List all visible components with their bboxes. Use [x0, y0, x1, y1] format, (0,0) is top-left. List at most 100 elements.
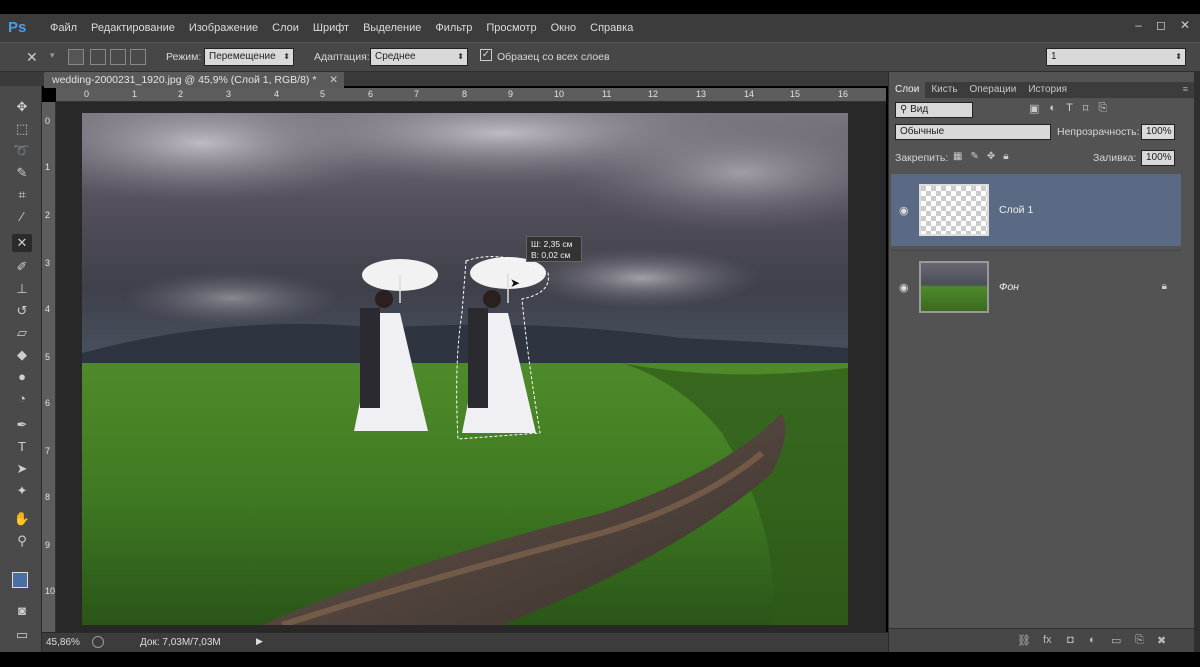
lock-all-icon[interactable]: 🔒︎	[1003, 151, 1008, 162]
dodge-icon[interactable]: ◔	[12, 390, 32, 408]
mask-icon[interactable]: ◘	[1067, 634, 1074, 646]
image-filter-icon[interactable]: ▣	[1029, 102, 1039, 115]
close-icon[interactable]: ✕	[1180, 18, 1190, 32]
status-icon[interactable]	[92, 636, 104, 648]
menu-window[interactable]: Окно	[551, 22, 577, 34]
shape-icon[interactable]: ✦	[12, 482, 32, 500]
updown-icon: ⬍	[1175, 52, 1182, 61]
new-layer-icon[interactable]: ⎘	[1135, 634, 1144, 647]
path-select-icon[interactable]: ➤	[12, 460, 32, 478]
tab-actions[interactable]: Операции	[964, 82, 1023, 98]
panel-menu-icon[interactable]: ≡	[1183, 84, 1188, 94]
brush-icon[interactable]: ✐	[12, 258, 32, 276]
ruler-top-label: 7	[414, 89, 420, 99]
tab-brush[interactable]: Кисть	[925, 82, 963, 98]
workspace-select[interactable]: 1 ⬍	[1046, 48, 1186, 66]
adjust-filter-icon[interactable]: ◐	[1049, 102, 1056, 115]
adapt-label: Адаптация:	[314, 51, 370, 63]
marquee-icon[interactable]: ⬚	[12, 120, 32, 138]
lasso-icon[interactable]: ➰	[12, 142, 32, 160]
zoom-icon[interactable]: ⚲	[12, 532, 32, 550]
mode-select[interactable]: Перемещение ⬍	[204, 48, 294, 66]
lock-paint-icon[interactable]: ✎	[970, 151, 978, 162]
content-aware-move-icon[interactable]: ✕	[26, 49, 38, 66]
smart-filter-icon[interactable]: ⎘	[1098, 102, 1107, 115]
eye-icon[interactable]: ◉	[899, 204, 909, 217]
close-tab-icon[interactable]: ✕	[329, 72, 338, 88]
fx-icon[interactable]: fx	[1043, 634, 1052, 646]
menu-file[interactable]: Файл	[50, 22, 77, 34]
tab-layers[interactable]: Слои	[889, 82, 926, 98]
eyedropper-icon[interactable]: ⁄	[12, 208, 32, 226]
add-selection-icon[interactable]	[90, 49, 106, 65]
ruler-top-label: 12	[648, 89, 659, 99]
fill-input[interactable]: 100%	[1141, 150, 1175, 166]
menu-help[interactable]: Справка	[590, 22, 633, 34]
layer-row-background[interactable]: ◉ Фон 🔒︎	[891, 250, 1181, 322]
new-selection-icon[interactable]	[68, 49, 84, 65]
ruler-top-label: 13	[696, 89, 707, 99]
sample-all-checkbox[interactable]: ✓	[480, 49, 492, 61]
opacity-input[interactable]: 100%	[1141, 124, 1175, 140]
mode-label: Режим:	[166, 51, 202, 63]
type-filter-icon[interactable]: T	[1066, 102, 1073, 115]
hand-icon[interactable]: ✋	[12, 510, 32, 528]
quick-select-icon[interactable]: ✎	[12, 164, 32, 182]
quick-mask-icon[interactable]: ◙	[12, 602, 32, 620]
ruler-top-label: 8	[462, 89, 468, 99]
lock-move-icon[interactable]: ✥	[987, 151, 995, 162]
cursor-icon: ➤	[510, 276, 521, 290]
intersect-selection-icon[interactable]	[130, 49, 146, 65]
type-icon[interactable]: T	[12, 438, 32, 456]
pen-icon[interactable]: ✒	[12, 416, 32, 434]
menu-bar: Ps Файл Редактирование Изображение Слои …	[0, 14, 1200, 42]
foreground-color[interactable]	[12, 572, 28, 588]
options-bar: ✕ ▾ Режим: Перемещение ⬍ Адаптация: Средн…	[0, 42, 1200, 72]
menu-image[interactable]: Изображение	[189, 22, 258, 34]
adapt-select[interactable]: Среднее ⬍	[370, 48, 468, 66]
subtract-selection-icon[interactable]	[110, 49, 126, 65]
ruler-top-label: 11	[602, 89, 612, 99]
workspace-value: 1	[1051, 51, 1057, 62]
panel-scrollbar[interactable]	[1194, 72, 1200, 652]
menu-view[interactable]: Просмотр	[486, 22, 536, 34]
maximize-icon[interactable]: ◻	[1156, 18, 1166, 32]
adjustment-icon[interactable]: ◐	[1089, 634, 1096, 646]
chevron-down-icon[interactable]: ▾	[50, 50, 55, 61]
adapt-value: Среднее	[375, 51, 416, 62]
blur-icon[interactable]: ●	[12, 368, 32, 386]
zoom-level[interactable]: 45,86%	[46, 637, 80, 648]
folder-icon[interactable]: ▭	[1111, 634, 1121, 647]
document-canvas[interactable]	[82, 113, 848, 625]
crop-icon[interactable]: ⌗	[12, 186, 32, 204]
updown-icon: ⬍	[283, 52, 290, 61]
stamp-icon[interactable]: ⊥	[12, 280, 32, 298]
link-icon[interactable]: ⛓	[1017, 634, 1031, 647]
layer-row-1[interactable]: ◉ Слой 1	[891, 174, 1181, 246]
layer-name[interactable]: Слой 1	[999, 204, 1033, 216]
menu-layers[interactable]: Слои	[272, 22, 299, 34]
layer-name[interactable]: Фон	[999, 281, 1019, 293]
move-tool-icon[interactable]: ✥	[12, 98, 32, 116]
eye-icon[interactable]: ◉	[899, 281, 909, 294]
menu-select[interactable]: Выделение	[363, 22, 421, 34]
bucket-icon[interactable]: ◆	[12, 346, 32, 364]
menu-filter[interactable]: Фильтр	[435, 22, 472, 34]
status-menu-arrow-icon[interactable]: ▶	[256, 636, 263, 647]
history-brush-icon[interactable]: ↺	[12, 302, 32, 320]
menu-edit[interactable]: Редактирование	[91, 22, 175, 34]
filter-kind-value: Вид	[910, 104, 929, 115]
menu-type[interactable]: Шрифт	[313, 22, 349, 34]
lock-transparency-icon[interactable]: ▦	[953, 151, 962, 162]
trash-icon[interactable]: ✖	[1157, 634, 1166, 647]
filter-kind-select[interactable]: ⚲ Вид	[895, 102, 973, 118]
document-tab[interactable]: wedding-2000231_1920.jpg @ 45,9% (Слой 1…	[44, 72, 344, 88]
content-aware-move-icon[interactable]: ✕	[12, 234, 32, 252]
ruler-left: 0 1 2 3 4 5 6 7 8 9 10	[42, 102, 56, 632]
blend-mode-select[interactable]: Обычные	[895, 124, 1051, 140]
screen-mode-icon[interactable]: ▭	[12, 626, 32, 644]
tab-history[interactable]: История	[1022, 82, 1073, 98]
eraser-icon[interactable]: ▱	[12, 324, 32, 342]
minimize-icon[interactable]: ‒	[1135, 18, 1142, 32]
shape-filter-icon[interactable]: ⌑	[1083, 102, 1089, 115]
